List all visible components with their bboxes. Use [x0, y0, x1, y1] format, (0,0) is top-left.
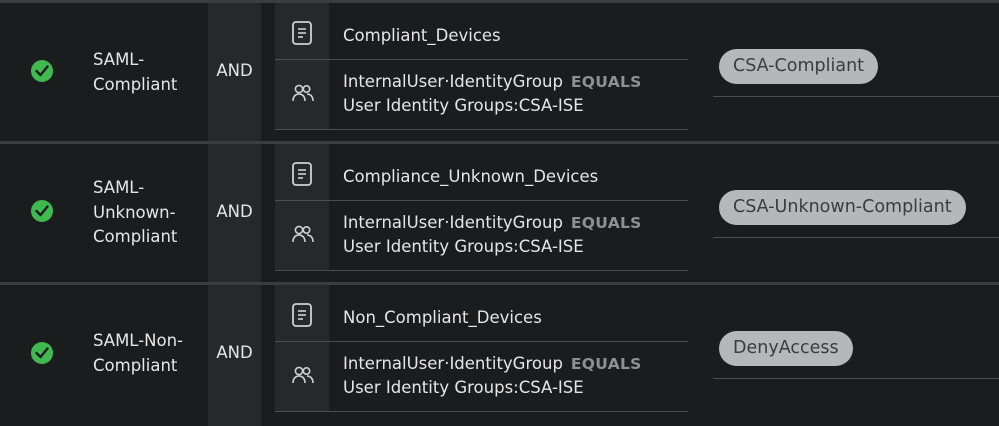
operator-column: AND — [208, 3, 261, 141]
divider — [275, 270, 688, 271]
rule-name-line: Compliant — [93, 74, 178, 94]
condition-name[interactable]: Compliant_Devices — [343, 26, 501, 45]
attribute-name: InternalUser·IdentityGroup — [343, 72, 563, 91]
attribute-name: InternalUser·IdentityGroup — [343, 213, 563, 232]
divider — [275, 341, 688, 342]
result-profile-tag[interactable]: DenyAccess — [719, 331, 853, 366]
result-underline — [713, 96, 999, 97]
divider — [275, 129, 688, 130]
condition-icon-cell — [275, 342, 329, 412]
operator-equals: EQUALS — [570, 355, 642, 373]
divider — [275, 200, 688, 201]
status-enabled-icon[interactable] — [31, 60, 53, 82]
rule-name: SAML- Unknown- Compliant — [93, 176, 203, 250]
attribute-value: User Identity Groups:CSA-ISE — [343, 237, 584, 256]
document-icon — [292, 303, 312, 327]
user-group-icon — [292, 366, 314, 384]
condition-name[interactable]: Compliance_Unknown_Devices — [343, 167, 598, 186]
operator-equals: EQUALS — [570, 214, 642, 232]
operator-label: AND — [216, 202, 253, 221]
condition-name[interactable]: Non_Compliant_Devices — [343, 308, 542, 327]
user-group-icon — [292, 84, 314, 102]
conditions-block[interactable]: Compliance_Unknown_Devices InternalUser·… — [275, 144, 688, 271]
result-underline — [713, 237, 999, 238]
result-underline — [713, 378, 999, 379]
condition-expression[interactable]: InternalUser·IdentityGroup EQUALS User Id… — [343, 70, 642, 118]
conditions-block[interactable]: Compliant_Devices InternalUser·IdentityG… — [275, 3, 688, 130]
divider — [275, 59, 688, 60]
policy-rule-row[interactable]: SAML- Unknown- Compliant AND Compliance_… — [0, 144, 999, 282]
rule-name: SAML- Compliant — [93, 48, 203, 97]
document-icon — [292, 162, 312, 186]
operator-column: AND — [208, 144, 261, 282]
rule-name-line: Compliant — [93, 355, 178, 375]
attribute-value: User Identity Groups:CSA-ISE — [343, 378, 584, 397]
rule-name-line: SAML- — [93, 178, 145, 197]
condition-icon-cell — [275, 285, 329, 341]
policy-rule-row[interactable]: SAML- Compliant AND Compliant_Devices In… — [0, 3, 999, 141]
document-icon — [292, 21, 312, 45]
user-group-icon — [292, 225, 314, 243]
condition-icon-cell — [275, 144, 329, 200]
rule-name-line: Compliant — [93, 227, 178, 246]
operator-label: AND — [216, 61, 253, 80]
conditions-block[interactable]: Non_Compliant_Devices InternalUser·Ident… — [275, 285, 688, 412]
condition-icon-cell — [275, 60, 329, 130]
condition-expression[interactable]: InternalUser·IdentityGroup EQUALS User Id… — [343, 352, 642, 400]
condition-icon-cell — [275, 3, 329, 59]
status-enabled-icon[interactable] — [31, 342, 53, 364]
rule-name-line: SAML- — [93, 50, 145, 69]
divider — [275, 411, 688, 412]
policy-rule-row[interactable]: SAML-Non- Compliant AND Non_Compliant_De… — [0, 285, 999, 426]
result-profile-tag[interactable]: CSA-Unknown-Compliant — [719, 190, 966, 225]
operator-label: AND — [216, 343, 253, 362]
result-profile-tag[interactable]: CSA-Compliant — [719, 49, 879, 84]
condition-expression[interactable]: InternalUser·IdentityGroup EQUALS User Id… — [343, 211, 642, 259]
attribute-value: User Identity Groups:CSA-ISE — [343, 96, 584, 115]
rule-name-line: Unknown- — [93, 202, 176, 222]
rule-name-line: SAML-Non- — [93, 331, 184, 350]
condition-icon-cell — [275, 201, 329, 271]
attribute-name: InternalUser·IdentityGroup — [343, 354, 563, 373]
status-enabled-icon[interactable] — [31, 200, 53, 222]
rule-name: SAML-Non- Compliant — [93, 329, 203, 378]
operator-column: AND — [208, 285, 261, 426]
operator-equals: EQUALS — [570, 73, 642, 91]
